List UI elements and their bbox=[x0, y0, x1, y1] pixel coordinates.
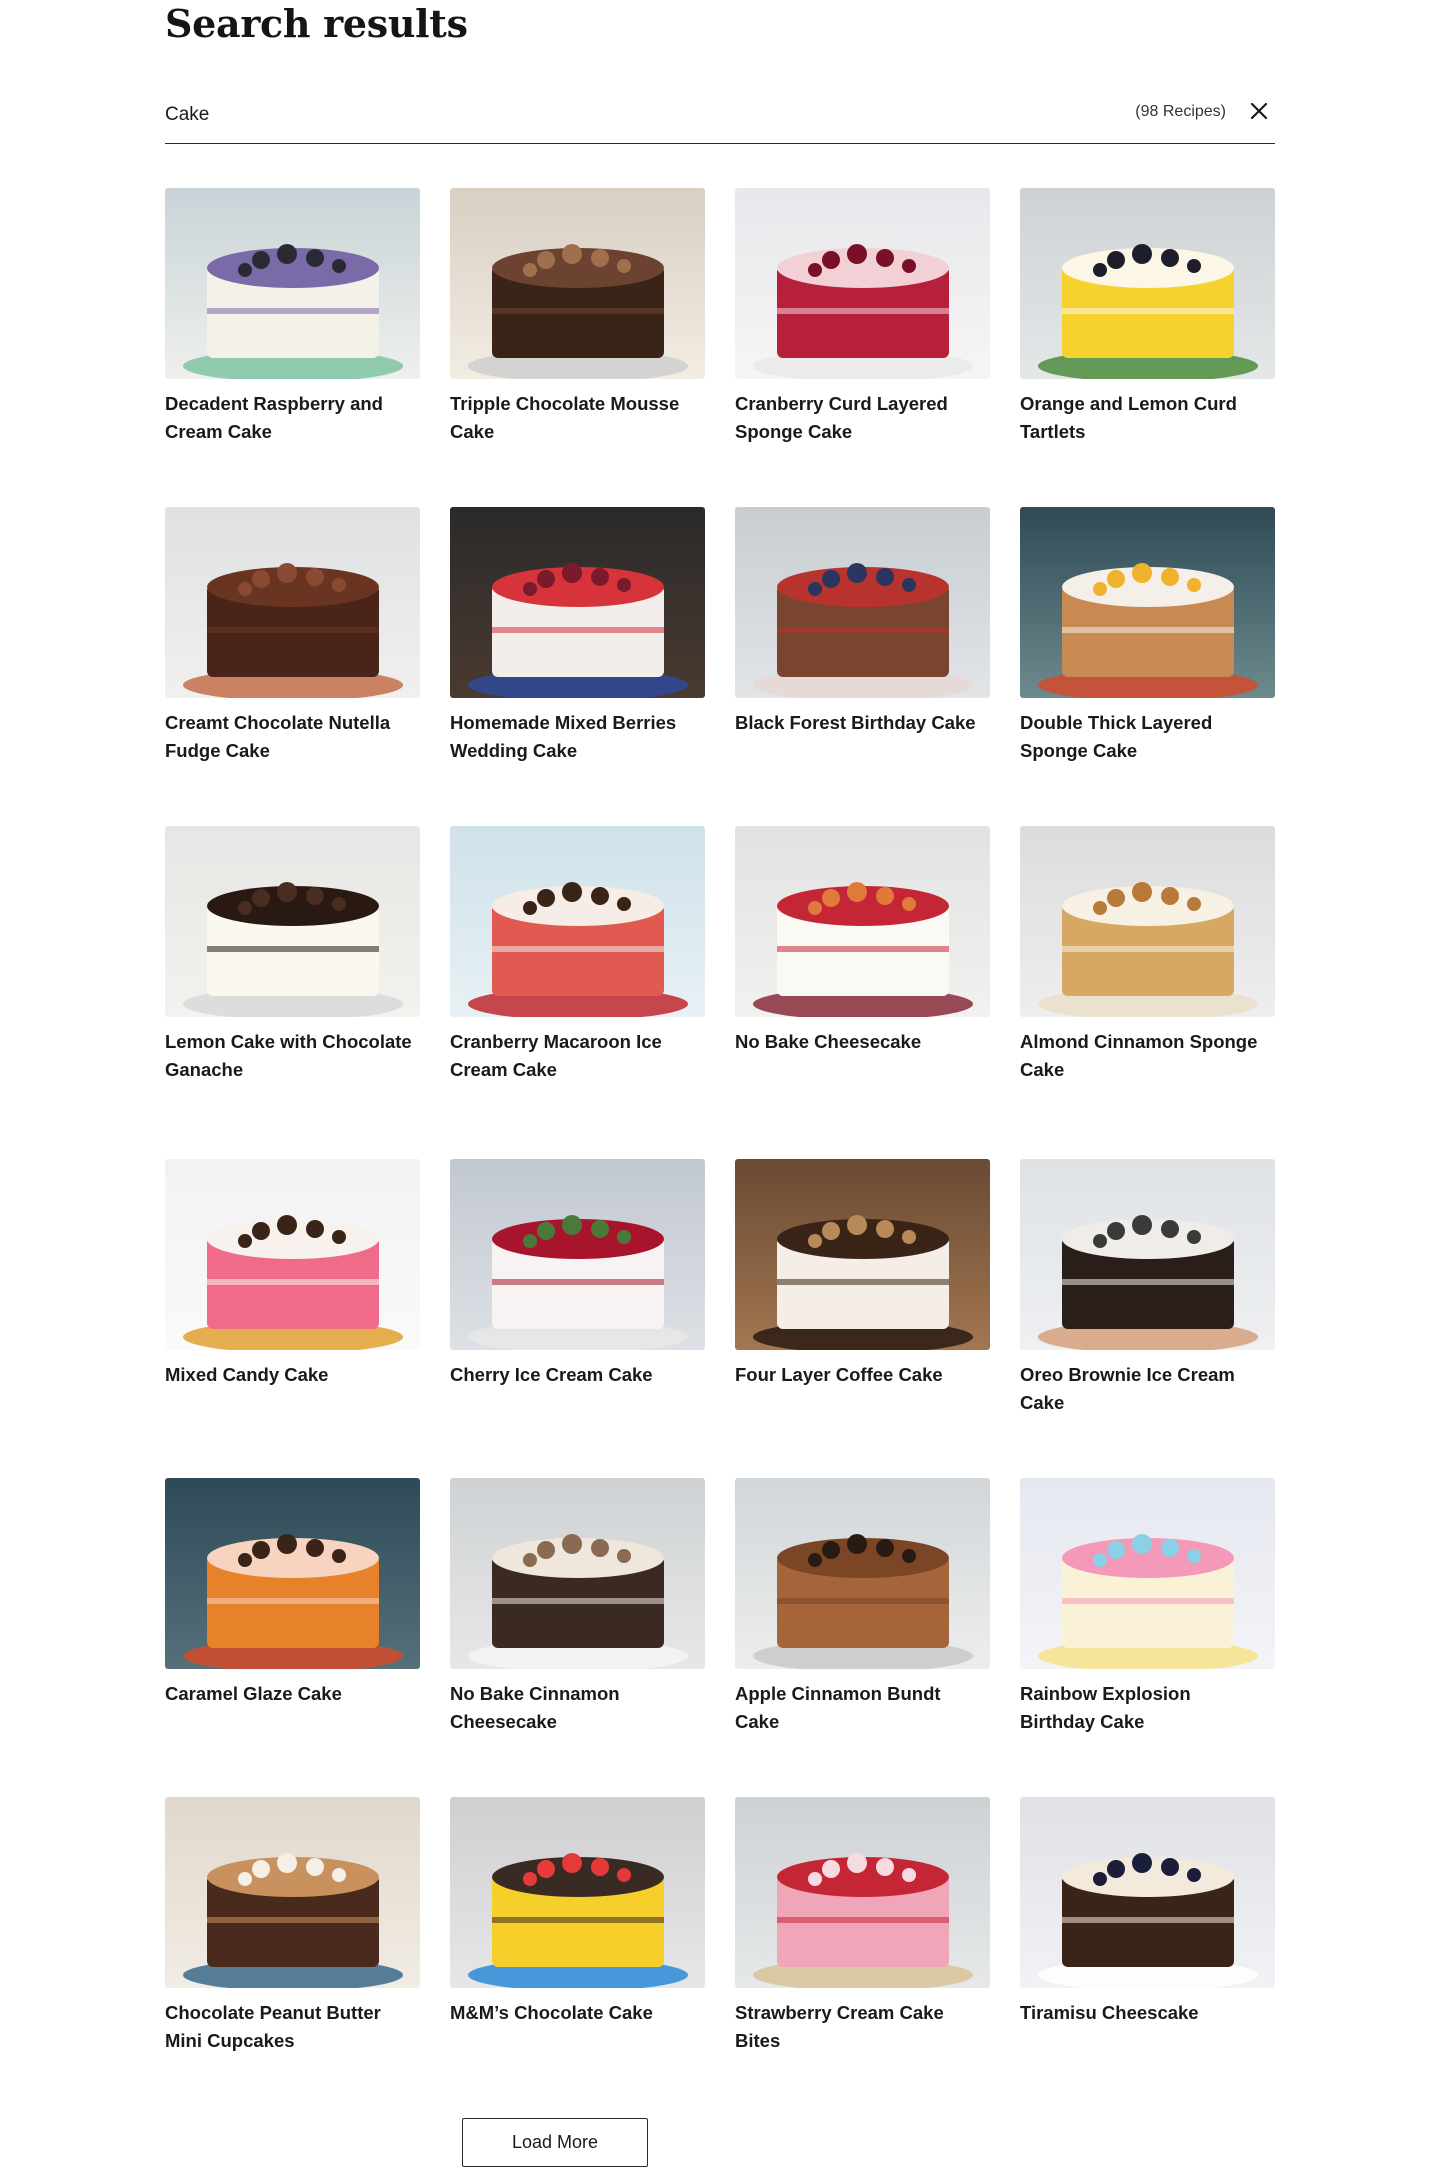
recipe-title[interactable]: Tripple Chocolate Mousse Cake bbox=[450, 390, 705, 446]
recipe-image[interactable] bbox=[450, 507, 705, 698]
recipe-image[interactable] bbox=[1020, 507, 1275, 698]
recipe-card[interactable]: Oreo Brownie Ice Cream Cake bbox=[1020, 1159, 1275, 1478]
recipe-image[interactable] bbox=[450, 1478, 705, 1669]
recipe-title[interactable]: Strawberry Cream Cake Bites bbox=[735, 1999, 990, 2055]
recipe-image[interactable] bbox=[1020, 1159, 1275, 1350]
recipe-image[interactable] bbox=[450, 1797, 705, 1988]
recipe-card[interactable]: Chocolate Peanut Butter Mini Cupcakes bbox=[165, 1797, 420, 2116]
recipe-image[interactable] bbox=[165, 1159, 420, 1350]
results-grid: Decadent Raspberry and Cream Cake Trippl… bbox=[165, 188, 1275, 2116]
recipe-title[interactable]: No Bake Cheesecake bbox=[735, 1028, 990, 1056]
recipe-card[interactable]: No Bake Cinnamon Cheesecake bbox=[450, 1478, 705, 1797]
recipe-title[interactable]: Decadent Raspberry and Cream Cake bbox=[165, 390, 420, 446]
recipe-card[interactable]: Homemade Mixed Berries Wedding Cake bbox=[450, 507, 705, 826]
recipe-title[interactable]: Black Forest Birthday Cake bbox=[735, 709, 990, 737]
recipe-title[interactable]: Four Layer Coffee Cake bbox=[735, 1361, 990, 1389]
recipe-card[interactable]: Double Thick Layered Sponge Cake bbox=[1020, 507, 1275, 826]
recipe-card[interactable]: Four Layer Coffee Cake bbox=[735, 1159, 990, 1478]
recipe-image[interactable] bbox=[1020, 826, 1275, 1017]
recipe-title[interactable]: Double Thick Layered Sponge Cake bbox=[1020, 709, 1275, 765]
recipe-image[interactable] bbox=[165, 1478, 420, 1669]
recipe-title[interactable]: Oreo Brownie Ice Cream Cake bbox=[1020, 1361, 1275, 1417]
recipe-card[interactable]: Mixed Candy Cake bbox=[165, 1159, 420, 1478]
recipe-image[interactable] bbox=[1020, 188, 1275, 379]
recipe-card[interactable]: Almond Cinnamon Sponge Cake bbox=[1020, 826, 1275, 1159]
recipe-image[interactable] bbox=[450, 188, 705, 379]
recipe-card[interactable]: Rainbow Explosion Birthday Cake bbox=[1020, 1478, 1275, 1797]
recipe-title[interactable]: Rainbow Explosion Birthday Cake bbox=[1020, 1680, 1275, 1736]
recipe-card[interactable]: Tiramisu Cheescake bbox=[1020, 1797, 1275, 2116]
recipe-card[interactable]: Lemon Cake with Chocolate Ganache bbox=[165, 826, 420, 1159]
recipe-image[interactable] bbox=[735, 826, 990, 1017]
search-results-page: Search results (98 Recipes) Decadent Ras… bbox=[165, 0, 1275, 2051]
recipe-image[interactable] bbox=[165, 826, 420, 1017]
recipe-title[interactable]: Mixed Candy Cake bbox=[165, 1361, 420, 1389]
recipe-card[interactable]: Creamt Chocolate Nutella Fudge Cake bbox=[165, 507, 420, 826]
recipe-image[interactable] bbox=[165, 507, 420, 698]
recipe-title[interactable]: No Bake Cinnamon Cheesecake bbox=[450, 1680, 705, 1736]
recipe-title[interactable]: Tiramisu Cheescake bbox=[1020, 1999, 1275, 2027]
recipe-title[interactable]: Cranberry Curd Layered Sponge Cake bbox=[735, 390, 990, 446]
recipe-title[interactable]: Apple Cinnamon Bundt Cake bbox=[735, 1680, 990, 1736]
close-icon bbox=[1250, 102, 1268, 120]
recipe-title[interactable]: Almond Cinnamon Sponge Cake bbox=[1020, 1028, 1275, 1084]
recipe-image[interactable] bbox=[735, 1159, 990, 1350]
recipe-image[interactable] bbox=[1020, 1478, 1275, 1669]
recipe-card[interactable]: Apple Cinnamon Bundt Cake bbox=[735, 1478, 990, 1797]
recipe-card[interactable]: Cranberry Curd Layered Sponge Cake bbox=[735, 188, 990, 507]
recipe-title[interactable]: Cherry Ice Cream Cake bbox=[450, 1361, 705, 1389]
recipe-image[interactable] bbox=[735, 188, 990, 379]
recipe-card[interactable]: Cranberry Macaroon Ice Cream Cake bbox=[450, 826, 705, 1159]
recipe-card[interactable]: Cherry Ice Cream Cake bbox=[450, 1159, 705, 1478]
recipe-card[interactable]: M&M’s Chocolate Cake bbox=[450, 1797, 705, 2116]
recipe-title[interactable]: Chocolate Peanut Butter Mini Cupcakes bbox=[165, 1999, 420, 2055]
load-more-button[interactable]: Load More bbox=[462, 2118, 648, 2167]
recipe-image[interactable] bbox=[735, 1797, 990, 1988]
recipe-image[interactable] bbox=[165, 188, 420, 379]
result-count: (98 Recipes) bbox=[1135, 103, 1226, 120]
recipe-image[interactable] bbox=[450, 1159, 705, 1350]
recipe-image[interactable] bbox=[735, 507, 990, 698]
search-bar: (98 Recipes) bbox=[165, 86, 1275, 144]
clear-search-button[interactable] bbox=[1243, 95, 1275, 127]
recipe-title[interactable]: Orange and Lemon Curd Tartlets bbox=[1020, 390, 1275, 446]
page-title: Search results bbox=[165, 1, 468, 46]
recipe-card[interactable]: Tripple Chocolate Mousse Cake bbox=[450, 188, 705, 507]
recipe-card[interactable]: Orange and Lemon Curd Tartlets bbox=[1020, 188, 1275, 507]
recipe-card[interactable]: Black Forest Birthday Cake bbox=[735, 507, 990, 826]
recipe-card[interactable]: Caramel Glaze Cake bbox=[165, 1478, 420, 1797]
recipe-image[interactable] bbox=[1020, 1797, 1275, 1988]
recipe-title[interactable]: Creamt Chocolate Nutella Fudge Cake bbox=[165, 709, 420, 765]
recipe-card[interactable]: No Bake Cheesecake bbox=[735, 826, 990, 1159]
recipe-image[interactable] bbox=[450, 826, 705, 1017]
recipe-title[interactable]: Homemade Mixed Berries Wedding Cake bbox=[450, 709, 705, 765]
recipe-title[interactable]: Cranberry Macaroon Ice Cream Cake bbox=[450, 1028, 705, 1084]
recipe-card[interactable]: Decadent Raspberry and Cream Cake bbox=[165, 188, 420, 507]
recipe-image[interactable] bbox=[165, 1797, 420, 1988]
recipe-image[interactable] bbox=[735, 1478, 990, 1669]
recipe-title[interactable]: M&M’s Chocolate Cake bbox=[450, 1999, 705, 2027]
recipe-title[interactable]: Lemon Cake with Chocolate Ganache bbox=[165, 1028, 420, 1084]
recipe-title[interactable]: Caramel Glaze Cake bbox=[165, 1680, 420, 1708]
recipe-card[interactable]: Strawberry Cream Cake Bites bbox=[735, 1797, 990, 2116]
search-input[interactable] bbox=[165, 94, 1045, 135]
